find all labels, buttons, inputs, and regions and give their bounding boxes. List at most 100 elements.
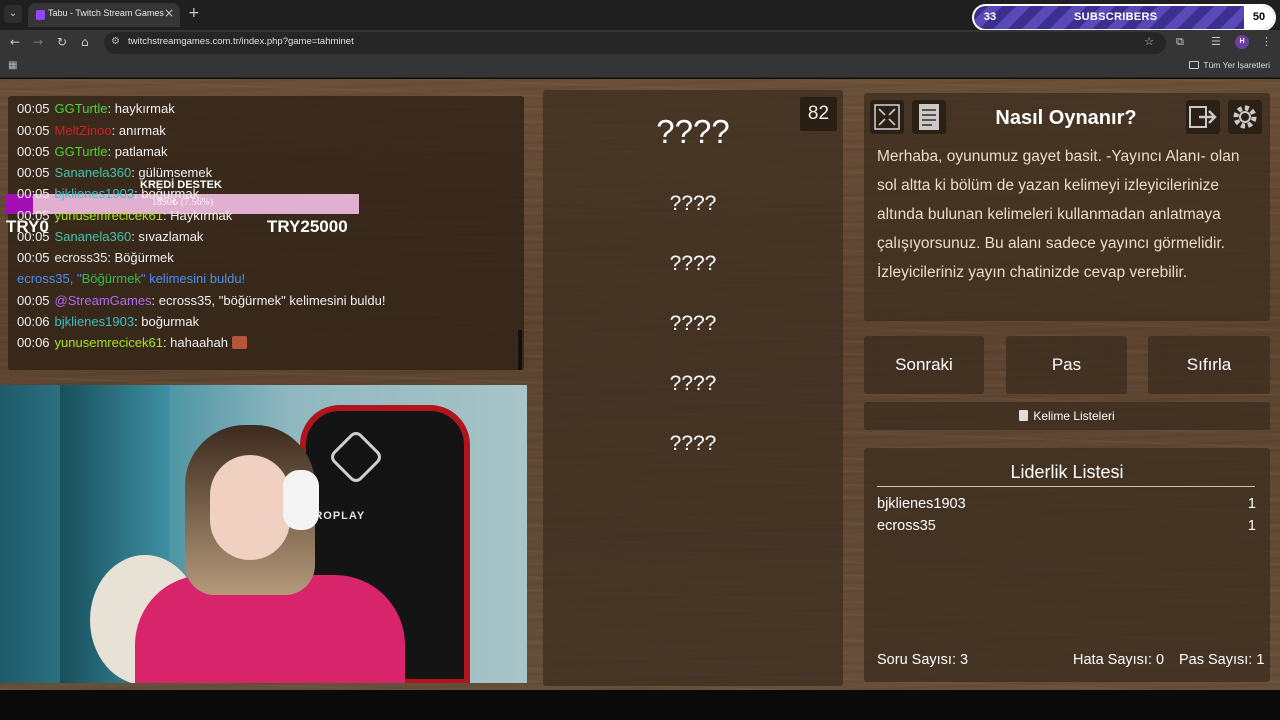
- leaderboard-row: ecross35 1: [877, 518, 1256, 534]
- chat-text: : haykırmak: [107, 101, 175, 116]
- chat-message: 00:05 @StreamGames: ecross35, "böğürmek" …: [17, 293, 386, 308]
- chat-text: , ": [69, 271, 82, 286]
- chat-message: 00:05 Sananela360: gülümsemek: [17, 165, 212, 180]
- chat-username[interactable]: MeltZinoo: [55, 123, 112, 138]
- extensions-icon[interactable]: ⧉: [1176, 35, 1184, 49]
- chat-timestamp: 00:05: [17, 186, 50, 201]
- chat-username[interactable]: GGTurtle: [55, 101, 108, 116]
- chat-text: : gülümsemek: [131, 165, 213, 180]
- subscriber-goal-widget: 33 SUBSCRIBERS 50: [972, 4, 1276, 31]
- reading-list-icon[interactable]: ☰: [1211, 35, 1221, 48]
- chat-timestamp: 00:05: [17, 101, 50, 116]
- bookmark-star-icon[interactable]: ☆: [1144, 35, 1154, 48]
- apps-grid-icon[interactable]: ▦: [8, 60, 17, 71]
- tab-close-icon[interactable]: ×: [164, 6, 174, 20]
- chat-username[interactable]: yunusemrecicek61: [55, 208, 163, 223]
- chat-message: 00:05 ecross35: Böğürmek: [17, 250, 174, 265]
- chat-username[interactable]: @StreamGames: [55, 293, 152, 308]
- streamer-face: [210, 455, 290, 560]
- pass-button[interactable]: Pas: [1006, 336, 1127, 394]
- browser-tab[interactable]: Tabu - Twitch Stream Games ×: [28, 3, 180, 27]
- chat-message: 00:06 yunusemrecicek61: hahaahah: [17, 335, 248, 350]
- chat-text: : boğurmak: [134, 314, 200, 329]
- leaderboard-row: bjklienes1903 1: [877, 496, 1256, 512]
- new-tab-plus-icon[interactable]: +: [188, 5, 200, 21]
- kredi-max-label: TRY25000: [267, 217, 348, 236]
- bookmarks-bar: ▦ Tüm Yer İşaretleri: [0, 56, 1280, 78]
- site-info-icon[interactable]: ⚙: [111, 36, 120, 47]
- chat-text: : patlamak: [107, 144, 168, 159]
- taboo-word-5: ????: [669, 432, 717, 455]
- leaderboard-name: bjklienes1903: [877, 496, 966, 512]
- leaderboard-name: ecross35: [877, 518, 936, 534]
- chat-username[interactable]: yunusemrecicek61: [55, 335, 163, 350]
- chat-timestamp: 00:05: [17, 293, 50, 308]
- chat-text: : ecross35, "böğürmek" kelimesini buldu!: [151, 293, 386, 308]
- chat-message: 00:05 bjklienes1903: boğurmak: [17, 186, 199, 201]
- chat-message: 00:05 MeltZinoo: anırmak: [17, 123, 166, 138]
- browser-menu-icon[interactable]: ⋮: [1261, 35, 1272, 48]
- chat-username[interactable]: GGTurtle: [55, 144, 108, 159]
- settings-gear-icon[interactable]: [1228, 100, 1262, 134]
- chat-text: : boğurmak: [134, 186, 200, 201]
- tab-title: Tabu - Twitch Stream Games: [48, 8, 164, 18]
- notes-icon[interactable]: [912, 100, 946, 134]
- all-bookmarks-button[interactable]: Tüm Yer İşaretleri: [1189, 60, 1270, 70]
- next-button[interactable]: Sonraki: [864, 336, 984, 394]
- chat-timestamp: 00:06: [17, 314, 50, 329]
- clipboard-icon: [1019, 410, 1029, 421]
- tab-search-chevron-icon[interactable]: ⌄: [4, 5, 22, 23]
- chat-username[interactable]: Sananela360: [55, 229, 132, 244]
- pass-count: Pas Sayısı: 1: [1179, 652, 1265, 668]
- subscriber-goal-count: 50: [1244, 6, 1274, 29]
- exit-icon[interactable]: [1186, 100, 1220, 134]
- profile-avatar[interactable]: H: [1235, 35, 1249, 49]
- url-omnibox[interactable]: ⚙ twitchstreamgames.com.tr/index.php?gam…: [104, 32, 1166, 54]
- fullscreen-icon[interactable]: [870, 100, 904, 134]
- leaderboard-title: Liderlik Listesi: [1010, 462, 1124, 482]
- webcam-feed: PROPLAY: [0, 385, 527, 683]
- chat-scrollbar[interactable]: [518, 330, 522, 370]
- back-arrow-icon[interactable]: ←: [10, 35, 20, 49]
- chat-timestamp: 00:05: [17, 123, 50, 138]
- address-toolbar: ← → ↻ ⌂ ⚙ twitchstreamgames.com.tr/index…: [0, 30, 1280, 56]
- how-to-play-text: Merhaba, oyunumuz gayet basit. -Yayıncı …: [877, 148, 1240, 281]
- chat-text: : sıvazlamak: [131, 229, 204, 244]
- reset-button[interactable]: Sıfırla: [1148, 336, 1270, 394]
- chat-message: 00:05 GGTurtle: patlamak: [17, 144, 168, 159]
- folder-icon: [1189, 61, 1200, 69]
- chat-username[interactable]: bjklienes1903: [55, 186, 135, 201]
- question-count: Soru Sayısı: 3: [877, 652, 969, 668]
- chat-message: 00:06 bjklienes1903: boğurmak: [17, 314, 199, 329]
- leaderboard-score: 1: [1247, 518, 1256, 534]
- twitch-favicon-icon: [36, 10, 45, 20]
- chat-timestamp: 00:05: [17, 250, 50, 265]
- taboo-word-2: ????: [669, 252, 717, 275]
- how-to-play-title: Nasıl Oynanır?: [995, 107, 1137, 129]
- forward-arrow-icon[interactable]: →: [33, 35, 43, 49]
- chat-text: " kelimesini buldu!: [140, 271, 246, 286]
- chat-word-found-notice: ecross35, "Böğürmek" kelimesini buldu!: [17, 271, 245, 286]
- home-icon[interactable]: ⌂: [81, 35, 89, 49]
- chat-text: : Böğürmek: [107, 250, 174, 265]
- reload-icon[interactable]: ↻: [57, 35, 67, 49]
- headphone-icon: [283, 470, 319, 530]
- url-text[interactable]: twitchstreamgames.com.tr/index.php?game=…: [128, 36, 354, 47]
- chat-timestamp: 00:05: [17, 229, 50, 244]
- chat-username[interactable]: Sananela360: [55, 165, 132, 180]
- taboo-word-3: ????: [669, 312, 717, 335]
- chat-timestamp: 00:05: [17, 208, 50, 223]
- leaderboard-panel: [864, 448, 1270, 682]
- subscriber-label: SUBSCRIBERS: [1074, 11, 1158, 23]
- chat-text: : anırmak: [111, 123, 166, 138]
- chat-text: : hahaahah: [162, 335, 229, 350]
- emote-icon: [232, 336, 248, 349]
- main-word: ????: [656, 113, 730, 150]
- word-lists-button[interactable]: Kelime Listeleri: [864, 402, 1270, 430]
- subscriber-goal-bar: 33 SUBSCRIBERS 50: [974, 6, 1274, 29]
- chat-username[interactable]: ecross35: [55, 250, 108, 265]
- leaderboard-divider: [877, 486, 1255, 487]
- chat-username[interactable]: bjklienes1903: [55, 314, 135, 329]
- chat-timestamp: 00:05: [17, 144, 50, 159]
- found-word: Böğürmek: [81, 271, 141, 286]
